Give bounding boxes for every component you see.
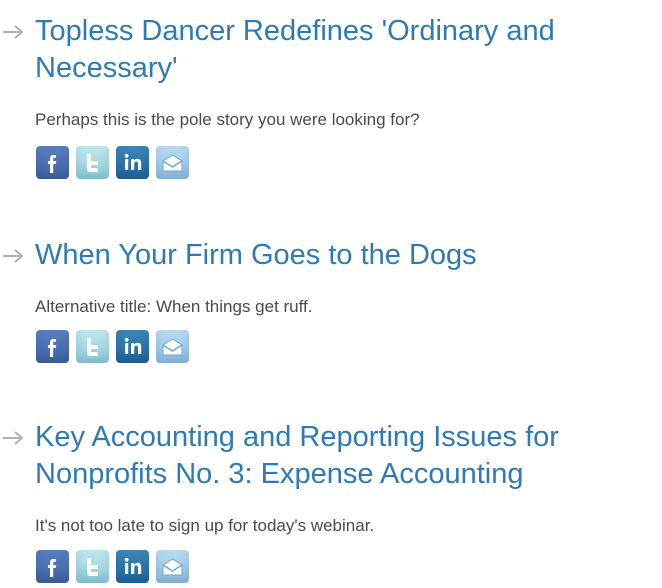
- arrow-right-icon: [0, 22, 30, 42]
- email-icon: [162, 154, 183, 172]
- facebook-icon: [48, 559, 57, 577]
- facebook-share-button[interactable]: [36, 550, 69, 583]
- twitter-icon: [87, 154, 98, 172]
- email-share-button[interactable]: [156, 550, 189, 583]
- linkedin-icon: [124, 557, 142, 574]
- twitter-share-button[interactable]: [76, 550, 109, 583]
- facebook-share-button[interactable]: [36, 330, 69, 363]
- article-summary: Perhaps this is the pole story you were …: [35, 110, 420, 129]
- linkedin-icon: [124, 337, 142, 354]
- twitter-icon: [87, 338, 98, 356]
- twitter-share-button[interactable]: [76, 146, 109, 179]
- twitter-share-button[interactable]: [76, 330, 109, 363]
- article-summary: It's not too late to sign up for today's…: [35, 516, 375, 535]
- email-icon: [162, 338, 183, 356]
- linkedin-share-button[interactable]: [116, 550, 149, 583]
- share-buttons: [36, 330, 189, 363]
- article-summary: Alternative title: When things get ruff.: [35, 297, 313, 316]
- arrow-right-icon: [0, 428, 30, 448]
- facebook-icon: [48, 155, 57, 173]
- share-buttons: [36, 550, 189, 583]
- arrow-right-icon: [0, 246, 30, 266]
- linkedin-share-button[interactable]: [116, 146, 149, 179]
- twitter-icon: [87, 558, 98, 576]
- linkedin-share-button[interactable]: [116, 330, 149, 363]
- facebook-icon: [48, 339, 57, 357]
- article-title-link[interactable]: Topless Dancer Redefines 'Ordinary and N…: [35, 13, 662, 87]
- linkedin-icon: [124, 153, 142, 170]
- share-buttons: [36, 146, 189, 179]
- email-icon: [162, 558, 183, 576]
- article-title-link[interactable]: When Your Firm Goes to the Dogs: [35, 237, 662, 274]
- email-share-button[interactable]: [156, 330, 189, 363]
- article-title-link[interactable]: Key Accounting and Reporting Issues for …: [35, 419, 662, 493]
- facebook-share-button[interactable]: [36, 146, 69, 179]
- email-share-button[interactable]: [156, 146, 189, 179]
